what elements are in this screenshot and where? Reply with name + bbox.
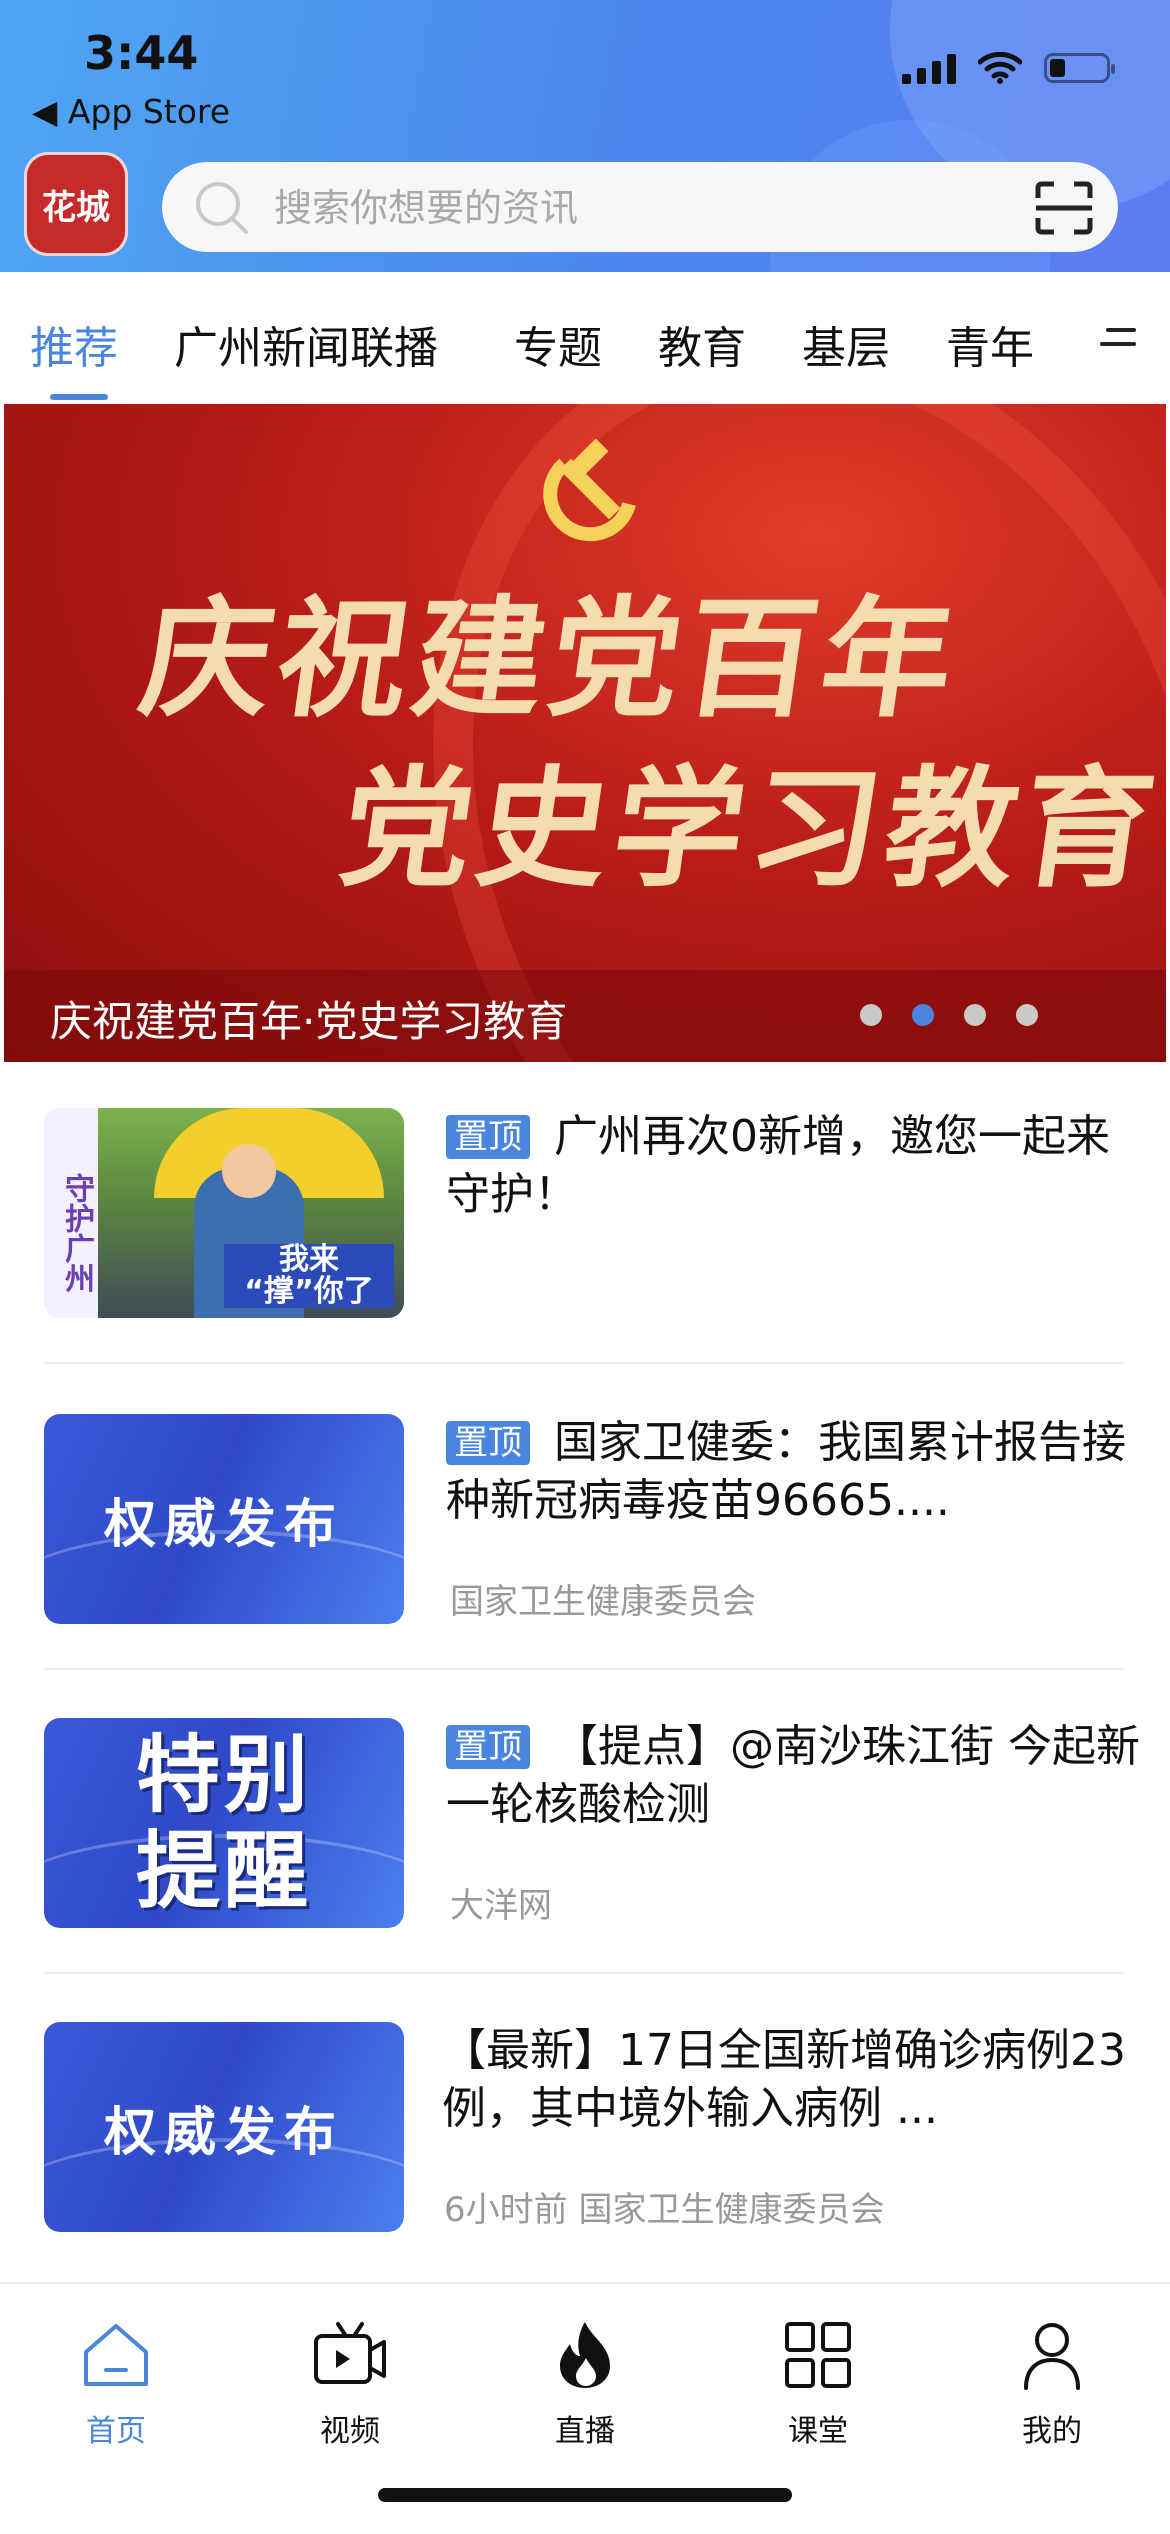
search-bar[interactable] — [162, 162, 1118, 252]
back-label: App Store — [67, 92, 231, 131]
news-title-block: 置顶 国家卫健委：我国累计报告接种新冠病毒疫苗96665.... — [446, 1414, 1146, 1530]
carousel-dot[interactable] — [964, 1004, 986, 1026]
thumb-text: 特别 提醒 — [136, 1727, 312, 1919]
thumb-text: 权威发布 — [103, 2102, 344, 2163]
thumb-text: 权威发布 — [103, 1494, 344, 1555]
divider — [44, 1668, 1124, 1670]
status-icons — [902, 52, 1115, 84]
tab-grassroots[interactable]: 基层 — [802, 312, 890, 376]
tabbar-label: 课堂 — [788, 2414, 848, 2449]
scan-icon[interactable] — [1034, 180, 1094, 236]
hammer-sickle-icon — [543, 438, 636, 542]
pinned-badge: 置顶 — [446, 1421, 530, 1465]
tabbar-home[interactable]: 首页 — [36, 2318, 196, 2450]
flame-icon — [560, 2322, 610, 2388]
home-icon — [84, 2324, 148, 2386]
tabbar-label: 我的 — [1022, 2414, 1082, 2449]
back-triangle-icon: ◀ — [32, 92, 58, 131]
home-indicator[interactable] — [378, 2488, 792, 2502]
tv-icon — [314, 2322, 386, 2384]
wifi-icon — [978, 52, 1022, 84]
thumb-text-line2: 提醒 — [135, 1822, 312, 1920]
back-to-app-store[interactable]: ◀ App Store — [32, 92, 230, 131]
pinned-badge: 置顶 — [446, 1115, 530, 1159]
news-timestamp-source: 6小时前 国家卫生健康委员会 — [444, 2190, 885, 2230]
tabbar-me[interactable]: 我的 — [972, 2318, 1132, 2450]
tab-youth[interactable]: 青年 — [946, 312, 1034, 376]
app-logo[interactable]: 花城 — [24, 152, 128, 256]
banner-caption: 庆祝建党百年·党史学习教育 — [50, 997, 568, 1046]
news-title-block: 【最新】17日全国新增确诊病例23例，其中境外输入病例 ... — [442, 2022, 1142, 2138]
search-input[interactable] — [272, 176, 976, 240]
tabbar-live[interactable]: 直播 — [505, 2318, 665, 2450]
news-title-block: 置顶 【提点】@南沙珠江街 今起新一轮核酸检测 — [446, 1718, 1146, 1834]
news-title: 【提点】@南沙珠江街 今起新一轮核酸检测 — [446, 1721, 1140, 1830]
app-header: 3:44 ◀ App Store 花城 — [0, 0, 1170, 272]
person-icon — [1024, 2323, 1080, 2390]
tab-education[interactable]: 教育 — [658, 312, 746, 376]
thumb-tag-line2: “撑”你了 — [244, 1274, 374, 1309]
news-item[interactable]: 权威发布 【最新】17日全国新增确诊病例23例，其中境外输入病例 ... 6小时… — [44, 2022, 1126, 2234]
news-thumbnail: 权威发布 — [44, 1414, 404, 1624]
news-item[interactable]: 守护广州 我来 “撑”你了 置顶 广州再次0新增，邀您一起来守护！ — [44, 1108, 1124, 1320]
grid-icon — [785, 2322, 851, 2388]
tabbar-label: 首页 — [86, 2414, 146, 2449]
banner-carousel[interactable]: 庆祝建党百年 党史学习教育 庆祝建党百年·党史学习教育 — [4, 404, 1166, 1062]
news-item[interactable]: 特别 提醒 置顶 【提点】@南沙珠江街 今起新一轮核酸检测 大洋网 — [44, 1718, 1140, 1930]
tabbar-video[interactable]: 视频 — [270, 2318, 430, 2450]
news-title: 国家卫健委：我国累计报告接种新冠病毒疫苗96665.... — [446, 1417, 1126, 1526]
news-thumbnail: 守护广州 我来 “撑”你了 — [44, 1108, 404, 1318]
tab-guangzhou-news[interactable]: 广州新闻联播 — [174, 312, 438, 376]
tabbar-classroom[interactable]: 课堂 — [738, 2318, 898, 2450]
banner-caption-bar: 庆祝建党百年·党史学习教育 — [4, 970, 1166, 1062]
divider — [44, 1362, 1124, 1364]
carousel-dots — [860, 1004, 1038, 1026]
banner-slogan-line1: 庆祝建党百年 — [131, 582, 970, 735]
logo-text: 花城 — [42, 187, 110, 228]
category-tabs: 推荐 广州新闻联播 专题 教育 基层 青年 — [0, 272, 1170, 402]
officer-head-shape — [222, 1144, 276, 1198]
carousel-dot[interactable] — [1016, 1004, 1038, 1026]
thumb-tag: 我来 “撑”你了 — [224, 1244, 394, 1308]
menu-icon[interactable] — [1100, 324, 1136, 352]
tab-special[interactable]: 专题 — [514, 312, 602, 376]
news-source: 国家卫生健康委员会 — [450, 1582, 756, 1622]
news-title-block: 置顶 广州再次0新增，邀您一起来守护！ — [446, 1108, 1146, 1224]
tabbar-label: 直播 — [555, 2414, 615, 2449]
status-time: 3:44 — [84, 26, 199, 80]
carousel-dot[interactable] — [860, 1004, 882, 1026]
news-title: 广州再次0新增，邀您一起来守护！ — [446, 1111, 1110, 1220]
tabbar-label: 视频 — [320, 2414, 380, 2449]
banner-slogan-line2: 党史学习教育 — [331, 752, 1166, 905]
battery-icon — [1044, 53, 1115, 83]
signal-icon — [902, 52, 956, 84]
carousel-dot-active[interactable] — [912, 1004, 934, 1026]
active-tab-indicator — [50, 394, 108, 400]
news-thumbnail: 权威发布 — [44, 2022, 404, 2232]
news-item[interactable]: 权威发布 置顶 国家卫健委：我国累计报告接种新冠病毒疫苗96665.... 国家卫… — [44, 1414, 1126, 1626]
divider — [44, 1972, 1124, 1974]
news-thumbnail: 特别 提醒 — [44, 1718, 404, 1928]
thumb-tag-line1: 我来 — [279, 1242, 339, 1277]
search-icon — [196, 182, 248, 234]
pinned-badge: 置顶 — [446, 1725, 530, 1769]
news-title: 【最新】17日全国新增确诊病例23例，其中境外输入病例 ... — [442, 2025, 1126, 2134]
thumb-side-text: 守护广州 — [44, 1108, 98, 1318]
tab-recommend[interactable]: 推荐 — [30, 312, 118, 376]
news-source: 大洋网 — [450, 1886, 552, 1926]
thumb-text-line1: 特别 — [135, 1726, 312, 1824]
